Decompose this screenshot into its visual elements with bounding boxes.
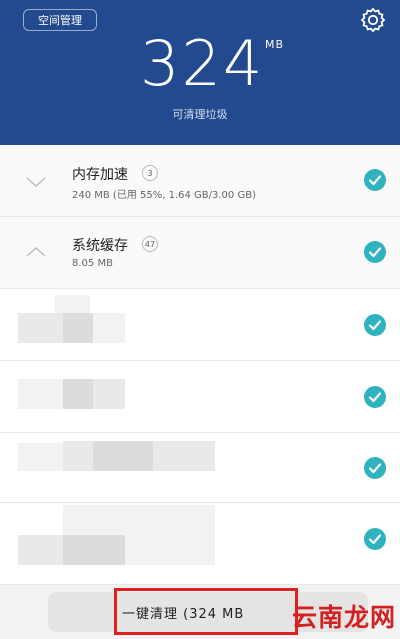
check-icon[interactable]	[364, 241, 386, 263]
junk-amount: 324	[140, 27, 265, 100]
header: 空间管理 324 MB 可清理垃圾	[0, 0, 400, 145]
blurred-content	[93, 379, 125, 409]
count-badge: 3	[142, 165, 158, 181]
item-detail: 240 MB (已用 55%, 1.64 GB/3.00 GB)	[72, 190, 256, 201]
chevron-up-icon[interactable]	[24, 245, 48, 259]
check-icon[interactable]	[364, 314, 386, 336]
blurred-content	[63, 441, 93, 471]
junk-unit: MB	[265, 38, 285, 51]
check-icon[interactable]	[364, 528, 386, 550]
watermark: 云南龙网	[292, 603, 397, 632]
blurred-content	[63, 313, 93, 343]
list-item-blurred[interactable]	[0, 289, 400, 361]
item-title: 系统缓存	[72, 238, 128, 254]
chevron-down-icon[interactable]	[24, 175, 48, 189]
blurred-content	[63, 505, 215, 535]
blurred-content	[18, 535, 63, 565]
blurred-content	[125, 535, 215, 565]
count-badge: 47	[142, 236, 158, 252]
highlight-box	[114, 588, 298, 635]
check-icon[interactable]	[364, 386, 386, 408]
check-icon[interactable]	[364, 457, 386, 479]
blurred-content	[153, 441, 215, 471]
list-item-memory-boost[interactable]: 内存加速 3 240 MB (已用 55%, 1.64 GB/3.00 GB)	[0, 145, 400, 217]
item-title: 内存加速	[72, 167, 128, 183]
list-item-blurred[interactable]	[0, 503, 400, 585]
blurred-content	[93, 441, 153, 471]
list-item-system-cache[interactable]: 系统缓存 47 8.05 MB	[0, 217, 400, 289]
space-management-button[interactable]: 空间管理	[23, 9, 97, 31]
blurred-content	[93, 313, 125, 343]
gear-icon[interactable]	[359, 6, 387, 34]
blurred-content	[18, 443, 63, 471]
blurred-content	[63, 535, 125, 565]
list-item-blurred[interactable]	[0, 361, 400, 433]
blurred-content	[63, 379, 93, 409]
item-detail: 8.05 MB	[72, 258, 113, 269]
blurred-content	[18, 379, 63, 409]
list-item-blurred[interactable]	[0, 433, 400, 503]
blurred-content	[18, 313, 63, 343]
junk-subtitle: 可清理垃圾	[172, 108, 228, 121]
check-icon[interactable]	[364, 169, 386, 191]
blurred-content	[55, 295, 90, 313]
